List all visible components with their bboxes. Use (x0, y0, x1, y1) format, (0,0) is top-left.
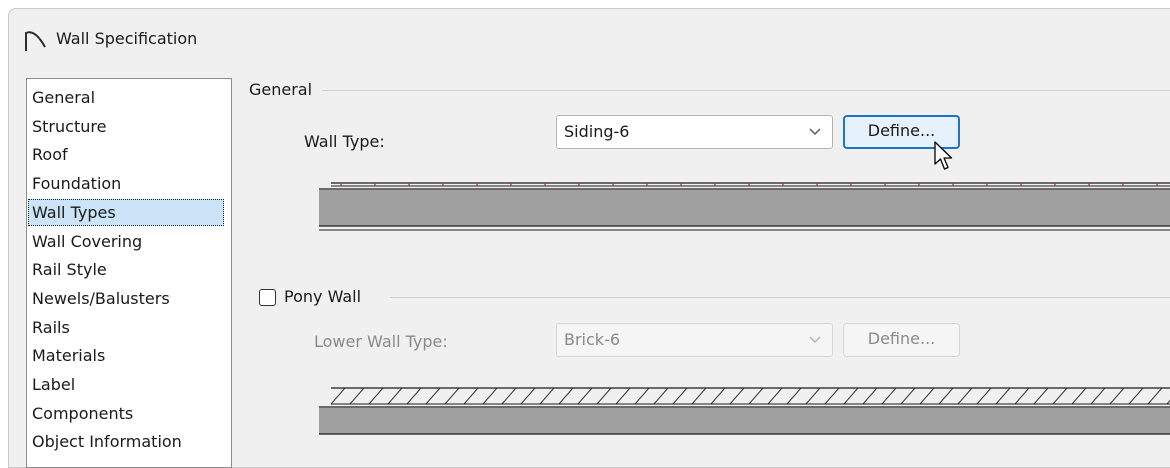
category-item[interactable]: Newels/Balusters (28, 285, 224, 312)
general-group-label: General (249, 80, 313, 99)
category-item[interactable]: Materials (28, 342, 224, 369)
category-item[interactable]: General (28, 84, 224, 111)
category-item[interactable]: Foundation (28, 170, 224, 197)
wall-type-select[interactable]: Siding-6 (556, 115, 833, 149)
pony-wall-checkbox[interactable] (259, 289, 276, 306)
lower-wall-type-preview (319, 384, 1170, 444)
lower-wall-type-value: Brick-6 (564, 330, 621, 349)
general-group-divider (322, 90, 1170, 91)
category-item[interactable]: Label (28, 371, 224, 398)
category-item[interactable]: Roof (28, 141, 224, 168)
arch-icon (23, 27, 49, 53)
category-item[interactable]: Components (28, 400, 224, 427)
window-title: Wall Specification (56, 29, 198, 48)
mouse-cursor-icon (933, 140, 959, 174)
category-item[interactable]: Rail Style (28, 256, 224, 283)
category-item[interactable]: Rails (28, 314, 224, 341)
title-bar: Wall Specification (9, 9, 1170, 65)
wall-specification-dialog: Wall Specification General Structure Roof F… (8, 8, 1170, 468)
category-item[interactable]: Structure (28, 113, 224, 140)
pony-wall-label: Pony Wall (284, 287, 362, 306)
define-lower-wall-type-button[interactable]: Define... (843, 323, 960, 357)
wall-type-label: Wall Type: (304, 132, 385, 151)
chevron-down-icon (808, 116, 822, 148)
lower-wall-type-select[interactable]: Brick-6 (556, 323, 833, 357)
pony-wall-group-divider (390, 297, 1170, 298)
wall-type-preview (319, 178, 1170, 240)
lower-wall-type-label: Lower Wall Type: (314, 332, 448, 351)
category-item[interactable]: Wall Covering (28, 228, 224, 255)
category-item[interactable]: Wall Types (28, 198, 224, 226)
chevron-down-icon (808, 324, 822, 356)
category-item[interactable]: Object Information (28, 428, 224, 455)
wall-type-value: Siding-6 (564, 122, 630, 141)
category-list[interactable]: General Structure Roof Foundation Wall Types… (26, 78, 232, 468)
